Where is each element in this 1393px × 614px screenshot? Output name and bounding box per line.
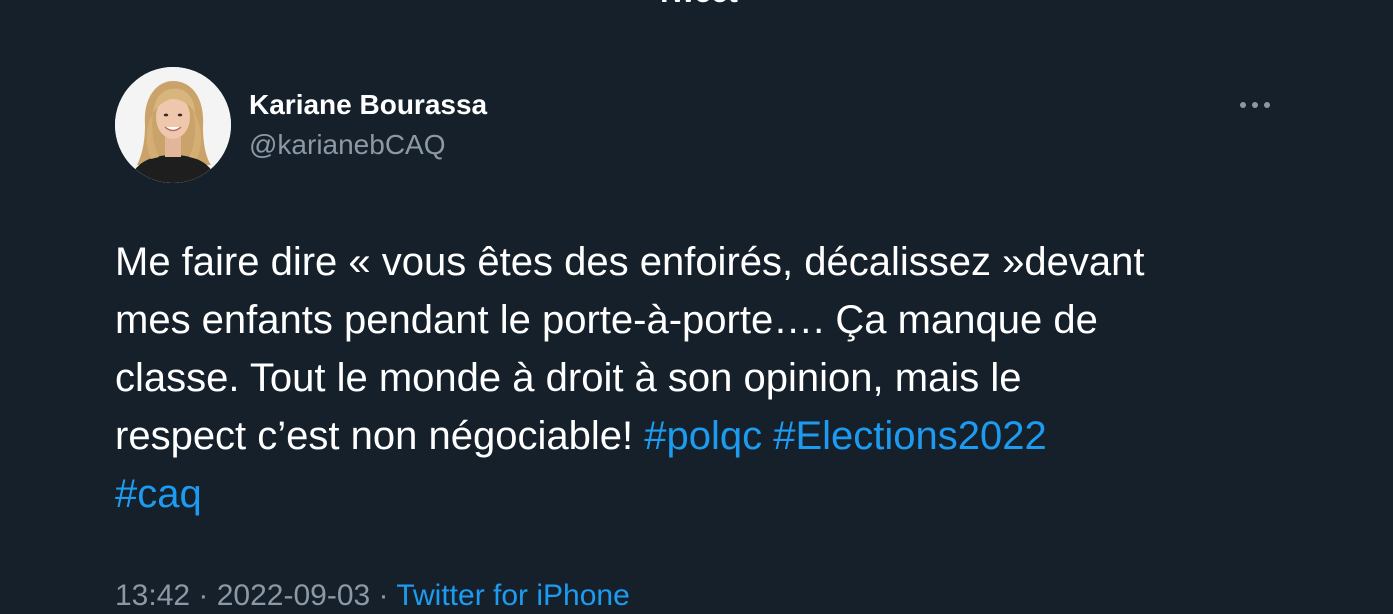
author-handle[interactable]: @karianebCAQ bbox=[249, 128, 446, 162]
hashtag-polqc[interactable]: #polqc bbox=[644, 414, 762, 458]
tweet-time: 13:42 bbox=[115, 579, 191, 612]
hashtag-elections2022[interactable]: #Elections2022 bbox=[773, 414, 1047, 458]
meta-separator: · bbox=[190, 579, 217, 612]
more-options-icon[interactable] bbox=[1232, 90, 1278, 120]
avatar[interactable] bbox=[115, 67, 231, 183]
tweet-line-with-hashtags: respect c’est non négociable! #polqc #El… bbox=[115, 407, 1295, 465]
tweet-line: mes enfants pendant le porte-à-porte…. Ç… bbox=[115, 298, 1098, 342]
tweet-line-hashtag: #caq bbox=[115, 465, 1295, 523]
tweet-line: classe. Tout le monde à droit à son opin… bbox=[115, 356, 1022, 400]
tweet-metadata: 13:42 · 2022-09-03 · Twitter for iPhone bbox=[115, 578, 630, 614]
tweet-source-link[interactable]: Twitter for iPhone bbox=[396, 579, 629, 612]
tweet-text: Me faire dire « vous êtes des enfoirés, … bbox=[115, 233, 1295, 523]
avatar-photo bbox=[115, 67, 231, 183]
tweet-line: Me faire dire « vous êtes des enfoirés, … bbox=[115, 240, 1145, 284]
meta-separator: · bbox=[370, 579, 397, 612]
tweet-date: 2022-09-03 bbox=[216, 579, 371, 612]
tweet-line: respect c’est non négociable! bbox=[115, 414, 645, 458]
page-title: Tweet bbox=[0, 0, 1393, 8]
hashtag-caq[interactable]: #caq bbox=[115, 472, 202, 516]
author-display-name[interactable]: Kariane Bourassa bbox=[249, 88, 487, 122]
